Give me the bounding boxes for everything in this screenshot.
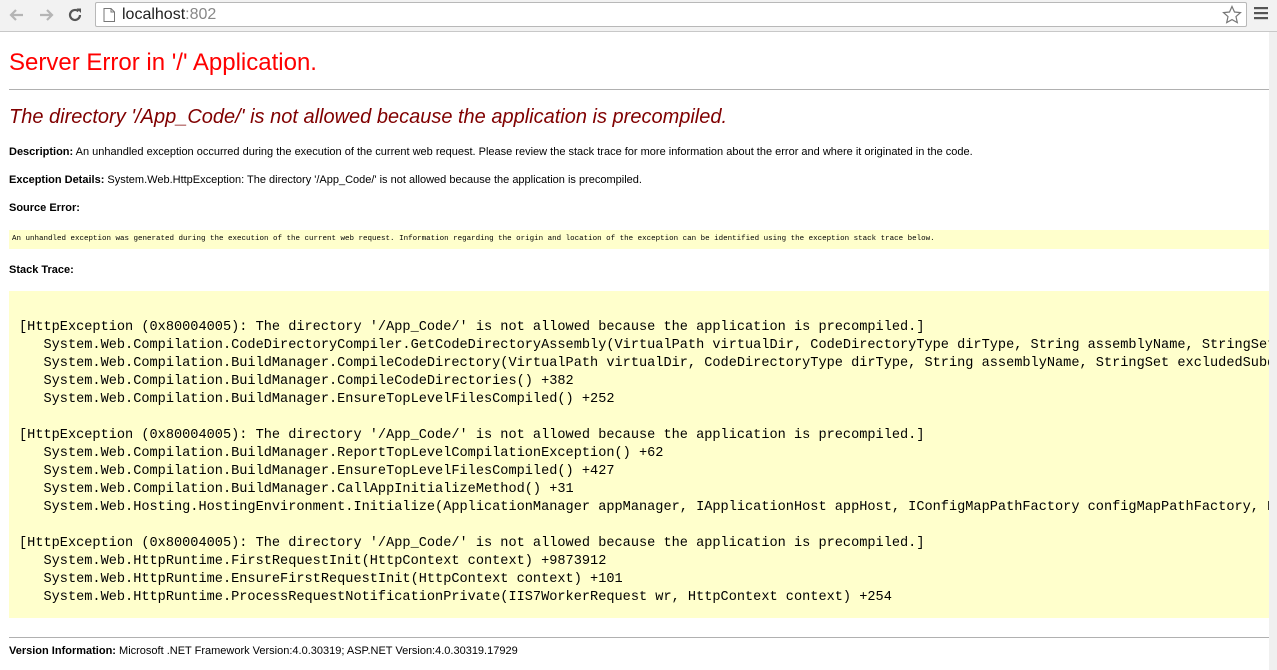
version-info-text: Microsoft .NET Framework Version:4.0.303… [115,645,518,657]
page-title: Server Error in '/' Application. [9,49,317,76]
menu-icon[interactable] [1254,6,1268,25]
address-bar[interactable]: localhost:802 [95,2,1247,27]
forward-icon[interactable] [35,4,57,26]
source-error-label: Source Error: [9,202,80,214]
source-error-text: An unhandled exception was generated dur… [12,235,935,243]
stack-trace-box: [HttpException (0x80004005): The directo… [9,291,1277,618]
star-icon[interactable] [1222,5,1242,30]
url-text: localhost:802 [122,6,217,23]
browser-toolbar: localhost:802 [0,0,1277,32]
version-info-row: Version Information: Microsoft .NET Fram… [9,645,518,657]
exception-details-text: System.Web.HttpException: The directory … [104,174,642,186]
stack-trace-text: [HttpException (0x80004005): The directo… [19,320,1277,605]
stack-trace-row: Stack Trace: [9,264,74,276]
back-icon[interactable] [6,4,28,26]
scrollbar[interactable] [1269,32,1277,670]
divider [9,89,1274,90]
description-label: Description: [9,146,74,158]
description-row: Description: An unhandled exception occu… [9,146,973,158]
description-text: An unhandled exception occurred during t… [73,146,973,158]
divider [9,637,1274,638]
source-error-box: An unhandled exception was generated dur… [9,230,1273,249]
page-icon [103,8,115,27]
stack-trace-label: Stack Trace: [9,264,74,276]
source-error-row: Source Error: [9,202,80,214]
reload-icon[interactable] [64,4,86,26]
exception-details-row: Exception Details: System.Web.HttpExcept… [9,174,642,186]
error-message: The directory '/App_Code/' is not allowe… [9,106,728,128]
exception-details-label: Exception Details: [9,174,105,186]
version-info-label: Version Information: [9,645,116,657]
